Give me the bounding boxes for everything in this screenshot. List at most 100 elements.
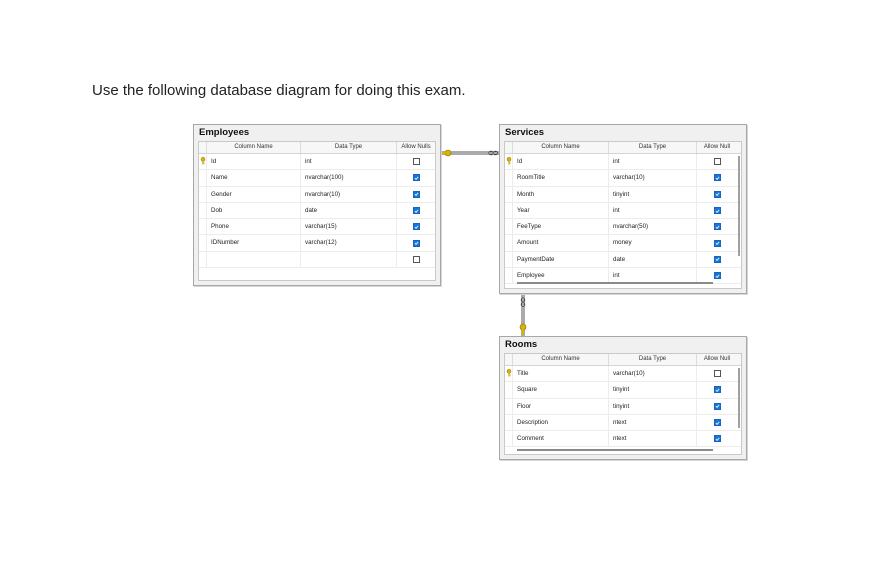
column-name-cell[interactable]: Comment — [513, 431, 609, 447]
allow-nulls-checkbox[interactable] — [713, 272, 721, 280]
allow-nulls-checkbox[interactable] — [713, 239, 721, 247]
allow-nulls-checkbox[interactable] — [713, 402, 721, 410]
data-type-cell[interactable]: varchar(10) — [609, 170, 697, 186]
row-selector[interactable] — [505, 170, 513, 186]
column-name-cell[interactable]: Amount — [513, 235, 609, 251]
table-row[interactable]: PaymentDate date — [505, 251, 741, 269]
column-name-cell[interactable]: Gender — [207, 186, 301, 202]
row-selector[interactable] — [199, 202, 207, 219]
horizontal-scrollbar[interactable] — [517, 449, 713, 451]
table-row[interactable] — [199, 251, 435, 269]
table-row[interactable]: RoomTitle varchar(10) — [505, 170, 741, 187]
table-row[interactable]: Name nvarchar(100) — [199, 170, 435, 187]
table-row[interactable]: Description ntext — [505, 414, 741, 432]
row-selector[interactable] — [505, 235, 513, 251]
data-type-cell[interactable]: int — [609, 202, 697, 219]
allow-nulls-checkbox[interactable] — [713, 158, 721, 166]
column-name-cell[interactable]: FeeType — [513, 219, 609, 235]
data-type-cell[interactable]: tinyint — [609, 398, 697, 414]
row-selector[interactable] — [505, 251, 513, 268]
row-selector[interactable] — [199, 170, 207, 186]
column-name-cell[interactable]: Dob — [207, 202, 301, 219]
table-row[interactable]: Comment ntext — [505, 431, 741, 448]
table-row[interactable]: Dob date — [199, 202, 435, 220]
row-selector[interactable] — [199, 251, 207, 268]
allow-nulls-checkbox[interactable] — [713, 174, 721, 182]
data-type-cell[interactable]: ntext — [609, 431, 697, 447]
allow-nulls-checkbox[interactable] — [412, 174, 420, 182]
table-row[interactable]: Id int — [199, 154, 435, 171]
column-name-cell[interactable]: Id — [513, 154, 609, 170]
allow-nulls-checkbox[interactable] — [713, 419, 721, 427]
column-name-cell[interactable]: Name — [207, 170, 301, 186]
column-name-cell[interactable]: Id — [207, 154, 301, 170]
row-selector[interactable] — [505, 186, 513, 202]
data-type-cell[interactable]: varchar(15) — [301, 219, 397, 235]
table-row[interactable]: IDNumber varchar(12) — [199, 235, 435, 252]
column-name-cell[interactable]: Title — [513, 366, 609, 382]
allow-nulls-checkbox[interactable] — [713, 190, 721, 198]
data-type-cell[interactable]: varchar(12) — [301, 235, 397, 251]
table-row[interactable]: Square tinyint — [505, 382, 741, 399]
allow-nulls-checkbox[interactable] — [713, 207, 721, 215]
allow-nulls-checkbox[interactable] — [412, 239, 420, 247]
column-name-cell[interactable]: Floor — [513, 398, 609, 414]
data-type-cell[interactable]: date — [609, 251, 697, 268]
row-selector[interactable] — [505, 268, 513, 284]
table-row[interactable]: Id int — [505, 154, 741, 171]
allow-nulls-checkbox[interactable] — [713, 223, 721, 231]
row-selector[interactable] — [505, 154, 513, 170]
data-type-cell[interactable]: varchar(10) — [609, 366, 697, 382]
table-row[interactable]: Floor tinyint — [505, 398, 741, 415]
horizontal-scrollbar[interactable] — [517, 282, 713, 284]
column-name-cell[interactable]: RoomTitle — [513, 170, 609, 186]
allow-nulls-checkbox[interactable] — [412, 255, 420, 263]
allow-nulls-checkbox[interactable] — [713, 435, 721, 443]
table-row[interactable]: Year int — [505, 202, 741, 220]
vertical-scrollbar[interactable] — [738, 156, 740, 256]
column-name-cell[interactable]: Square — [513, 382, 609, 398]
column-name-cell[interactable]: Description — [513, 414, 609, 431]
column-name-cell[interactable] — [207, 251, 301, 268]
data-type-cell[interactable] — [301, 251, 397, 268]
row-selector[interactable] — [199, 186, 207, 202]
row-selector[interactable] — [505, 398, 513, 414]
table-row[interactable]: Title varchar(10) — [505, 366, 741, 383]
row-selector[interactable] — [505, 431, 513, 447]
allow-nulls-checkbox[interactable] — [713, 255, 721, 263]
data-type-cell[interactable]: tinyint — [609, 382, 697, 398]
row-selector[interactable] — [505, 382, 513, 398]
allow-nulls-checkbox[interactable] — [412, 207, 420, 215]
data-type-cell[interactable]: nvarchar(100) — [301, 170, 397, 186]
table-row[interactable]: Amount money — [505, 235, 741, 252]
table-rooms[interactable]: Rooms Column Name Data Type Allow Null T… — [499, 336, 747, 460]
row-selector[interactable] — [199, 154, 207, 170]
column-name-cell[interactable]: IDNumber — [207, 235, 301, 251]
allow-nulls-checkbox[interactable] — [713, 370, 721, 378]
data-type-cell[interactable]: nvarchar(50) — [609, 219, 697, 235]
row-selector[interactable] — [505, 414, 513, 431]
allow-nulls-checkbox[interactable] — [412, 190, 420, 198]
column-name-cell[interactable]: Year — [513, 202, 609, 219]
column-name-cell[interactable]: PaymentDate — [513, 251, 609, 268]
table-row[interactable]: Month tinyint — [505, 186, 741, 203]
table-row[interactable]: Gender nvarchar(10) — [199, 186, 435, 203]
data-type-cell[interactable]: tinyint — [609, 186, 697, 202]
row-selector[interactable] — [199, 219, 207, 235]
data-type-cell[interactable]: int — [609, 154, 697, 170]
data-type-cell[interactable]: nvarchar(10) — [301, 186, 397, 202]
allow-nulls-checkbox[interactable] — [412, 158, 420, 166]
row-selector[interactable] — [505, 219, 513, 235]
table-services[interactable]: Services Column Name Data Type Allow Nul… — [499, 124, 747, 294]
vertical-scrollbar[interactable] — [738, 368, 740, 428]
table-row[interactable]: Phone varchar(15) — [199, 219, 435, 236]
table-row[interactable]: FeeType nvarchar(50) — [505, 219, 741, 236]
data-type-cell[interactable]: date — [301, 202, 397, 219]
row-selector[interactable] — [199, 235, 207, 251]
table-employees[interactable]: Employees Column Name Data Type Allow Nu… — [193, 124, 441, 286]
data-type-cell[interactable]: money — [609, 235, 697, 251]
allow-nulls-checkbox[interactable] — [412, 223, 420, 231]
data-type-cell[interactable]: ntext — [609, 414, 697, 431]
row-selector[interactable] — [505, 202, 513, 219]
column-name-cell[interactable]: Month — [513, 186, 609, 202]
